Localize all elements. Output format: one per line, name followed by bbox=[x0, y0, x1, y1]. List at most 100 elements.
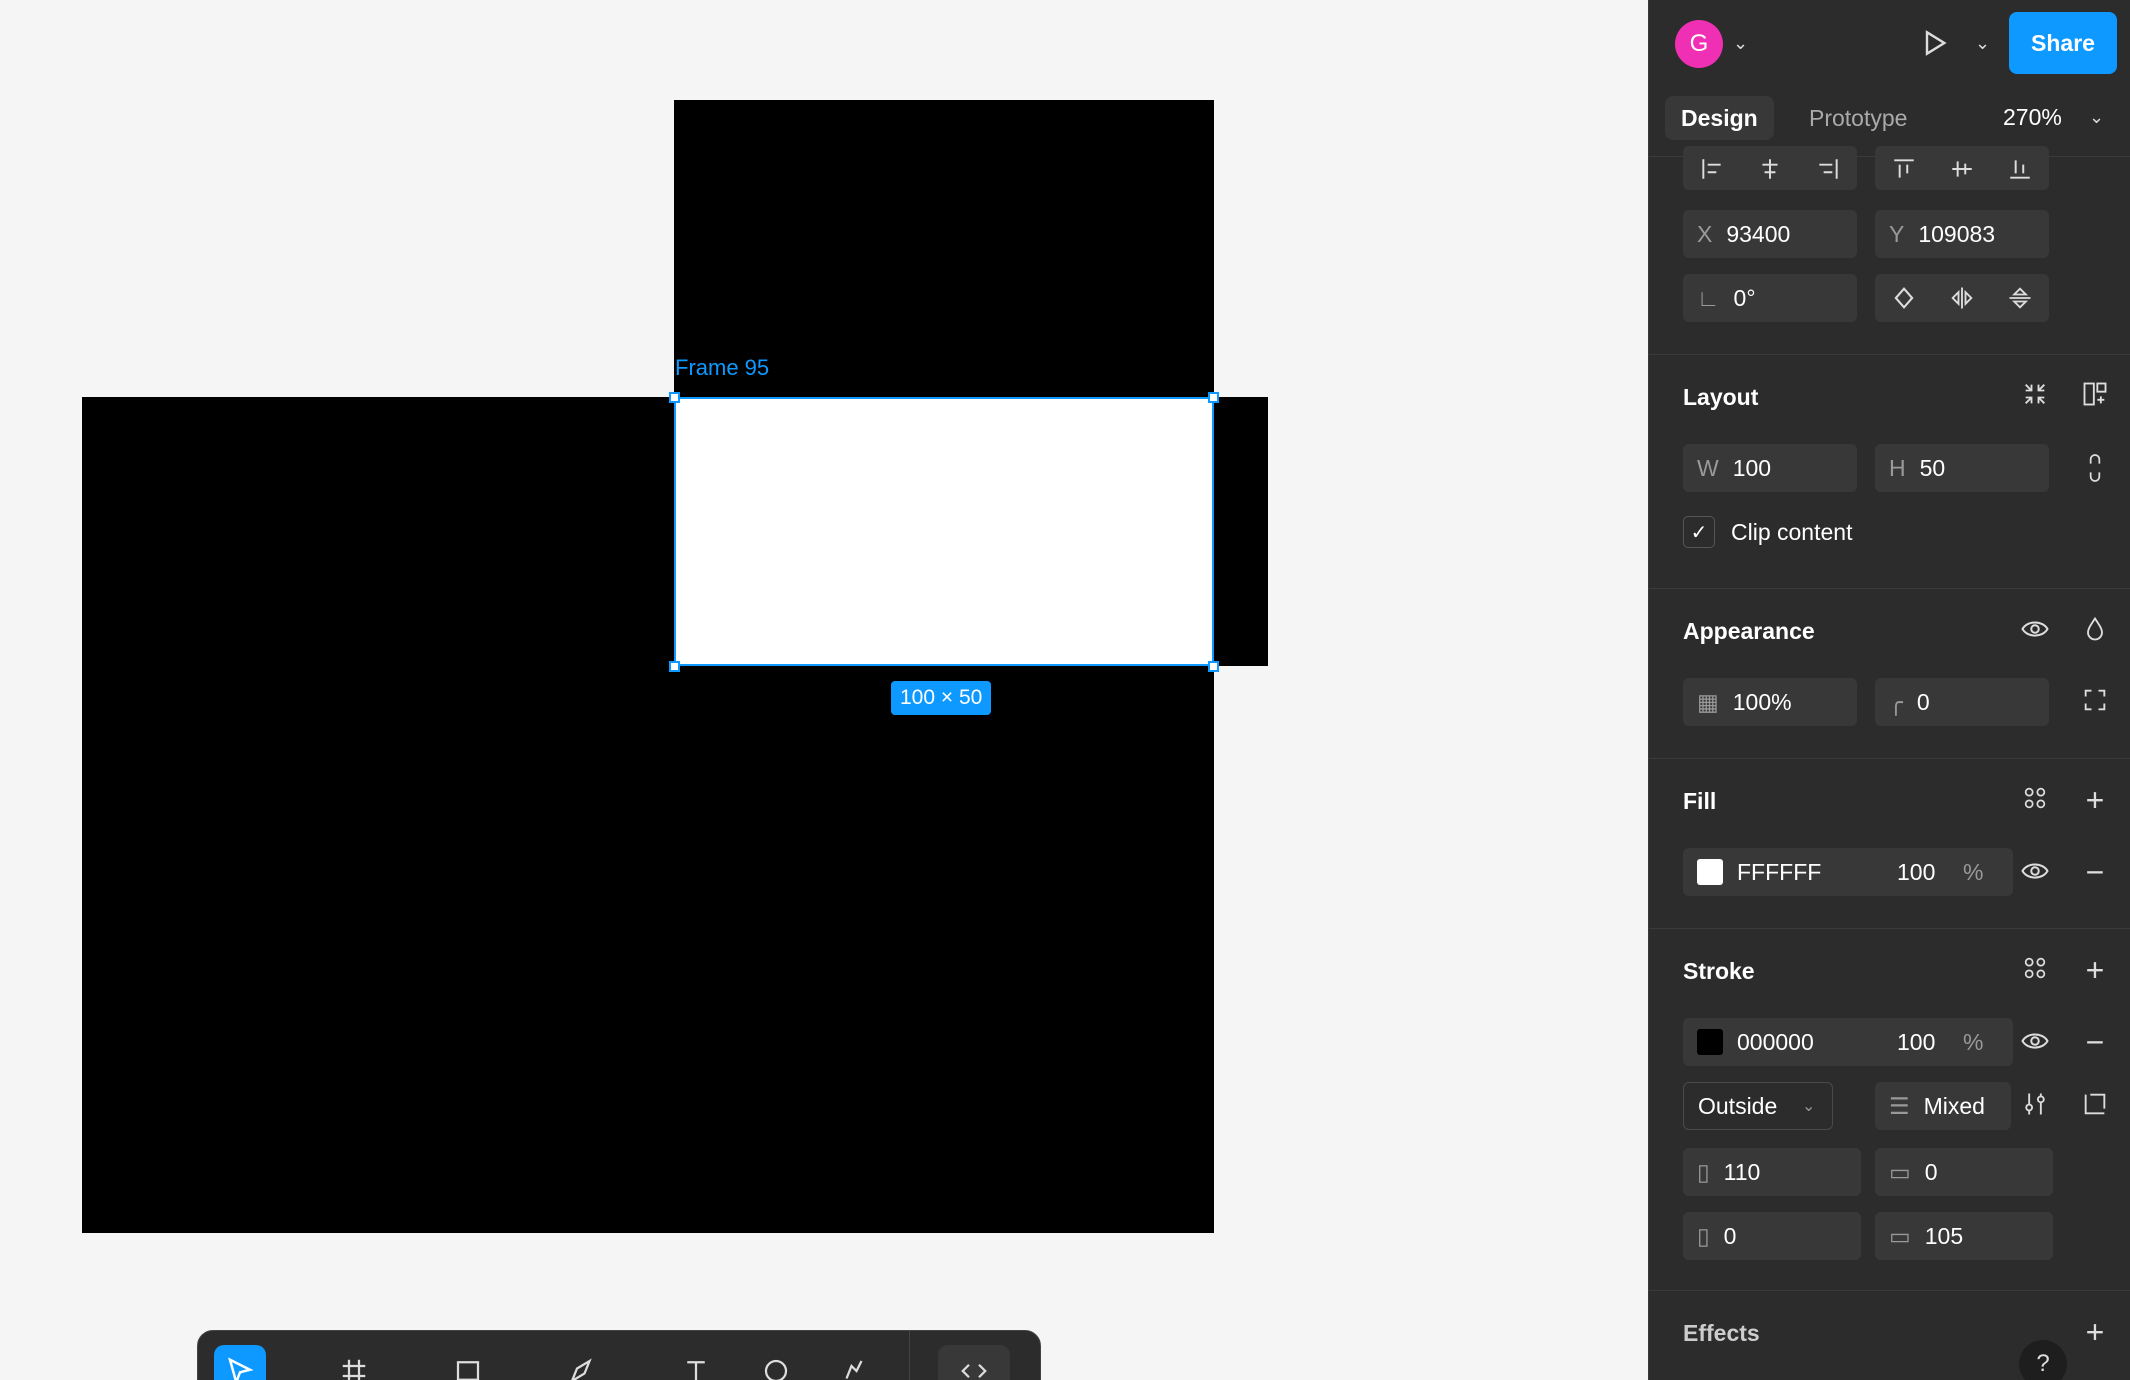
stroke-left-field[interactable]: ▯ 110 bbox=[1683, 1148, 1861, 1196]
corner-radius-icon: ╭ bbox=[1889, 688, 1903, 715]
auto-layout-icon[interactable] bbox=[2077, 380, 2113, 408]
zoom-level[interactable]: 270% bbox=[2003, 104, 2062, 131]
stroke-right-value: 0 bbox=[1723, 1222, 1737, 1249]
plus-icon[interactable]: + bbox=[2077, 954, 2113, 986]
fill-section-title: Fill bbox=[1683, 788, 1717, 814]
stroke-bottom-value: 105 bbox=[1924, 1222, 1964, 1249]
play-icon[interactable] bbox=[1919, 26, 1951, 60]
dimensions-badge: 100 × 50 bbox=[891, 681, 992, 715]
share-button[interactable]: Share bbox=[2009, 12, 2117, 74]
blend-mode-drop-icon[interactable] bbox=[2077, 614, 2113, 644]
dev-mode-toggle[interactable] bbox=[938, 1345, 1010, 1380]
height-field[interactable]: H 50 bbox=[1875, 444, 2049, 492]
tab-prototype[interactable]: Prototype bbox=[1793, 96, 1923, 140]
pen-tool-button[interactable] bbox=[556, 1345, 608, 1380]
stroke-settings-icon[interactable] bbox=[2017, 1090, 2053, 1118]
avatar[interactable]: G bbox=[1675, 20, 1723, 68]
rotate-icon[interactable] bbox=[1885, 284, 1923, 312]
stroke-weight-field[interactable]: ☰ Mixed bbox=[1875, 1082, 2011, 1130]
actions-tool-button[interactable] bbox=[828, 1345, 880, 1380]
minus-icon[interactable]: − bbox=[2077, 856, 2113, 888]
stroke-hex-value: 000000 bbox=[1737, 1028, 1814, 1055]
section-divider bbox=[1649, 354, 2130, 355]
section-divider bbox=[1649, 588, 2130, 589]
y-label: Y bbox=[1889, 220, 1905, 247]
plus-icon[interactable]: + bbox=[2077, 784, 2113, 816]
align-vertical-center-icon[interactable] bbox=[1943, 156, 1981, 182]
fill-hex-value: FFFFFF bbox=[1737, 858, 1822, 885]
chevron-down-icon[interactable]: ⌄ bbox=[518, 1375, 530, 1380]
eye-icon[interactable] bbox=[2017, 614, 2053, 644]
frame-name-label[interactable]: Frame 95 bbox=[675, 355, 769, 381]
chevron-down-icon[interactable]: ⌄ bbox=[404, 1375, 416, 1380]
help-button[interactable]: ? bbox=[2019, 1340, 2067, 1380]
opacity-field[interactable]: ▦ 100% bbox=[1683, 678, 1857, 726]
align-right-icon[interactable] bbox=[1809, 156, 1847, 182]
chevron-down-icon[interactable]: ⌄ bbox=[1733, 34, 1748, 52]
align-top-icon[interactable] bbox=[1885, 156, 1923, 182]
align-horizontal-center-icon[interactable] bbox=[1751, 156, 1789, 182]
align-bottom-icon[interactable] bbox=[2001, 156, 2039, 182]
move-tool-button[interactable] bbox=[214, 1345, 266, 1380]
stroke-opacity-unit: % bbox=[1963, 1028, 1984, 1055]
height-label: H bbox=[1889, 454, 1906, 481]
eye-icon[interactable] bbox=[2017, 856, 2053, 886]
styles-grid-icon[interactable] bbox=[2017, 784, 2053, 812]
stroke-opacity-value: 100 bbox=[1897, 1028, 1936, 1055]
x-position-field[interactable]: X 93400 bbox=[1683, 210, 1857, 258]
resize-handle-top-right[interactable] bbox=[1208, 392, 1219, 403]
rectangle-tool-button[interactable] bbox=[442, 1345, 494, 1380]
resize-handle-top-left[interactable] bbox=[669, 392, 680, 403]
stroke-bottom-field[interactable]: ▭ 105 bbox=[1875, 1212, 2053, 1260]
appearance-section-title: Appearance bbox=[1683, 618, 1815, 644]
stroke-right-field[interactable]: ▯ 0 bbox=[1683, 1212, 1861, 1260]
frame-tool-button[interactable] bbox=[328, 1345, 380, 1380]
width-field[interactable]: W 100 bbox=[1683, 444, 1857, 492]
chevron-down-icon[interactable]: ⌄ bbox=[1975, 34, 1990, 52]
stroke-top-field[interactable]: ▭ 0 bbox=[1875, 1148, 2053, 1196]
ellipse-tool-button[interactable] bbox=[750, 1345, 802, 1380]
flip-vertical-icon[interactable] bbox=[2001, 284, 2039, 312]
individual-strokes-icon[interactable] bbox=[2077, 1090, 2113, 1118]
tab-design[interactable]: Design bbox=[1665, 96, 1774, 140]
styles-grid-icon[interactable] bbox=[2017, 954, 2053, 982]
actions-icon bbox=[845, 1360, 863, 1379]
independent-corners-icon[interactable] bbox=[2077, 686, 2113, 714]
y-position-field[interactable]: Y 109083 bbox=[1875, 210, 2049, 258]
rotation-field[interactable]: ∟ 0° bbox=[1683, 274, 1857, 322]
clip-content-checkbox[interactable]: ✓ bbox=[1683, 516, 1715, 548]
plus-icon[interactable]: + bbox=[2077, 1316, 2113, 1348]
stroke-color-swatch[interactable] bbox=[1697, 1029, 1723, 1055]
stroke-position-select[interactable]: Outside ⌄ bbox=[1683, 1082, 1833, 1130]
fill-color-field[interactable]: FFFFFF 100 % bbox=[1683, 848, 2013, 896]
fill-color-swatch[interactable] bbox=[1697, 859, 1723, 885]
corner-radius-field[interactable]: ╭ 0 bbox=[1875, 678, 2049, 726]
selected-frame[interactable] bbox=[674, 397, 1214, 666]
chevron-down-icon[interactable]: ⌄ bbox=[2089, 108, 2104, 126]
x-value: 93400 bbox=[1726, 220, 1791, 247]
minus-icon[interactable]: − bbox=[2077, 1026, 2113, 1058]
opacity-icon: ▦ bbox=[1697, 688, 1719, 715]
rectangle-icon bbox=[456, 1361, 480, 1380]
chevron-down-icon[interactable]: ⌄ bbox=[632, 1375, 644, 1380]
stroke-bottom-icon: ▭ bbox=[1889, 1222, 1911, 1249]
stroke-top-value: 0 bbox=[1924, 1158, 1938, 1185]
eye-icon[interactable] bbox=[2017, 1026, 2053, 1056]
resize-handle-bottom-left[interactable] bbox=[669, 661, 680, 672]
stroke-left-value: 110 bbox=[1723, 1158, 1761, 1185]
frame-right-black-shape[interactable] bbox=[1212, 397, 1268, 666]
resize-handle-bottom-right[interactable] bbox=[1208, 661, 1219, 672]
section-divider bbox=[1649, 928, 2130, 929]
chevron-down-icon[interactable]: ⌄ bbox=[290, 1375, 302, 1380]
fill-opacity-unit: % bbox=[1963, 858, 1984, 885]
constrain-proportions-icon[interactable] bbox=[2077, 452, 2113, 484]
design-canvas[interactable]: Frame 95 100 × 50 ⌄ ⌄ ⌄ ⌄ bbox=[0, 0, 1648, 1380]
frame-hash-icon bbox=[342, 1359, 366, 1380]
text-tool-button[interactable] bbox=[670, 1345, 722, 1380]
flip-horizontal-icon[interactable] bbox=[1943, 284, 1981, 312]
layout-section-title: Layout bbox=[1683, 384, 1759, 410]
stroke-color-field[interactable]: 000000 100 % bbox=[1683, 1018, 2013, 1066]
collapse-layout-icon[interactable] bbox=[2017, 380, 2053, 408]
align-left-icon[interactable] bbox=[1693, 156, 1731, 182]
stroke-weight-icon: ☰ bbox=[1889, 1092, 1910, 1119]
